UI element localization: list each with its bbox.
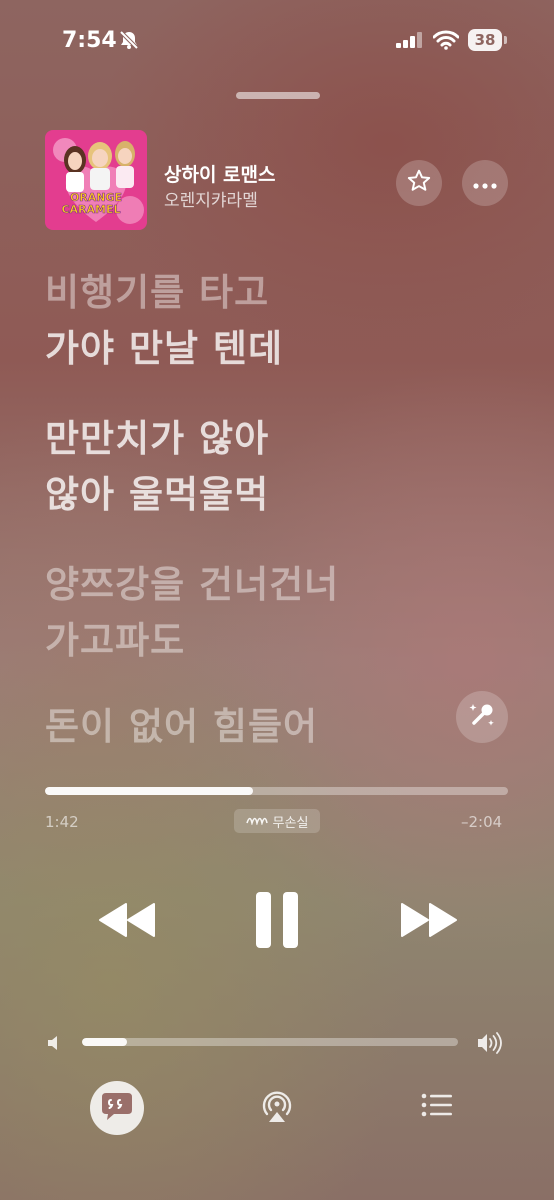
rewind-button[interactable] — [98, 900, 156, 944]
pause-icon — [255, 892, 299, 954]
lossless-label: 무손실 — [272, 815, 309, 831]
progress-scrubber[interactable] — [45, 787, 508, 795]
ellipsis-icon — [473, 174, 497, 193]
list-icon — [421, 1093, 453, 1121]
microphone-sparkle-icon — [467, 700, 497, 734]
sheet-grabber[interactable] — [236, 92, 320, 99]
lossless-waveform-icon — [245, 813, 268, 829]
star-icon — [406, 168, 432, 198]
volume-slider[interactable] — [82, 1038, 458, 1046]
lyric-line-current[interactable]: 가야 만날 텐데 — [45, 326, 283, 372]
song-title[interactable]: 상하이 로맨스 — [164, 160, 276, 187]
song-artist[interactable]: 오렌지캬라멜 — [164, 186, 258, 211]
forward-icon — [400, 903, 458, 944]
airplay-button[interactable] — [259, 1088, 295, 1128]
cellular-signal-icon — [396, 32, 424, 52]
svg-text:CARAMEL: CARAMEL — [61, 203, 120, 216]
favorite-button[interactable] — [396, 160, 442, 206]
lyrics-quote-bubble-icon — [100, 1090, 134, 1126]
progress-fill — [45, 787, 254, 795]
battery-icon: 38 — [468, 29, 508, 51]
status-time: 7:54 — [62, 28, 117, 53]
lyric-line[interactable]: 비행기를 타고 — [45, 270, 269, 316]
lyric-line-current[interactable]: 만만치가 않아 — [45, 416, 269, 462]
speaker-low-icon — [47, 1035, 63, 1055]
speaker-high-icon — [477, 1032, 505, 1058]
remaining-time: –2:04 — [461, 813, 503, 831]
wifi-icon — [432, 30, 460, 54]
lyric-line[interactable]: 양쯔강을 건너건너 — [45, 562, 339, 608]
lyric-line[interactable]: 가고파도 — [45, 618, 185, 664]
album-art[interactable]: ORANGE CARAMEL — [45, 130, 147, 230]
airplay-icon — [259, 1091, 295, 1128]
elapsed-time: 1:42 — [45, 813, 79, 831]
volume-fill — [82, 1038, 128, 1046]
bell-slash-icon — [118, 30, 140, 54]
queue-button[interactable] — [421, 1093, 453, 1121]
sing-button[interactable] — [456, 691, 508, 743]
battery-percent: 38 — [474, 31, 496, 49]
lyrics-button[interactable] — [90, 1081, 144, 1135]
lossless-badge[interactable]: 무손실 — [234, 809, 320, 833]
lyric-line[interactable]: 돈이 없어 힘들어 — [45, 704, 318, 750]
pause-button[interactable] — [255, 890, 299, 954]
backward-icon — [98, 903, 156, 944]
forward-button[interactable] — [400, 900, 458, 944]
lyric-line-current[interactable]: 않아 울먹울먹 — [45, 472, 269, 518]
more-button[interactable] — [462, 160, 508, 206]
